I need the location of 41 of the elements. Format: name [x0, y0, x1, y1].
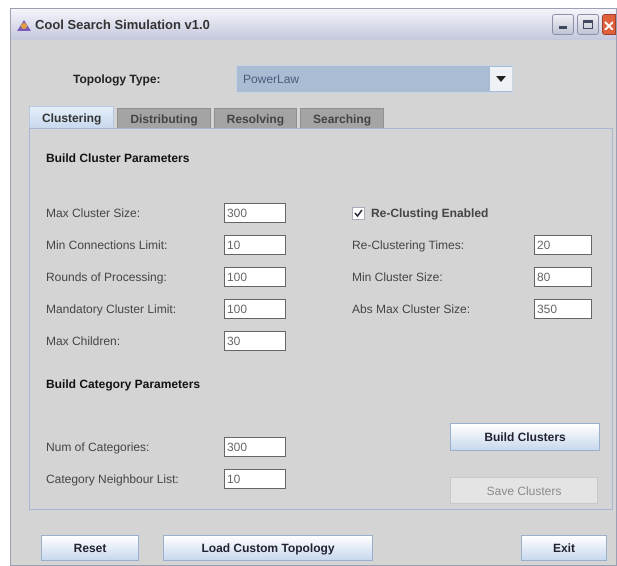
tab[interactable]: Resolving: [214, 108, 298, 128]
field-label: Min Connections Limit:: [46, 237, 168, 254]
input-field[interactable]: 300: [224, 437, 286, 457]
field-label: Mandatory Cluster Limit:: [46, 301, 178, 318]
input-field[interactable]: 10: [224, 469, 286, 489]
input-field[interactable]: 100: [224, 299, 286, 319]
checkbox-label: Re-Clusting Enabled: [371, 205, 488, 222]
window-title: Cool Search Simulation v1.0: [35, 16, 210, 34]
input-field[interactable]: 350: [534, 299, 592, 319]
button[interactable]: Reset: [41, 535, 139, 561]
field-label: Abs Max Cluster Size:: [352, 301, 472, 318]
button[interactable]: Exit: [521, 535, 607, 561]
section-heading: Build Category Parameters: [46, 376, 202, 393]
tab[interactable]: Distributing: [117, 108, 211, 128]
section-heading: Build Cluster Parameters: [46, 150, 190, 167]
field-label: Num of Categories:: [46, 439, 150, 456]
field-label: Max Children:: [46, 333, 122, 350]
close-icon[interactable]: [603, 20, 613, 30]
checkbox[interactable]: [352, 206, 365, 220]
input-field[interactable]: 30: [224, 331, 286, 351]
input-field[interactable]: 20: [534, 235, 592, 255]
input-field[interactable]: 300: [224, 203, 286, 223]
button: Save Clusters: [450, 477, 598, 504]
field-label: Category Neighbour List:: [46, 471, 180, 488]
maximize-button[interactable]: [577, 14, 599, 35]
button[interactable]: Build Clusters: [450, 423, 600, 451]
field-label: Re-Clustering Times:: [352, 237, 466, 254]
input-field[interactable]: 80: [534, 267, 592, 287]
field-label: Min Cluster Size:: [352, 269, 444, 286]
field-label: Rounds of Processing:: [46, 269, 168, 286]
tab[interactable]: Searching: [300, 108, 384, 128]
topology-dropdown[interactable]: PowerLaw: [236, 65, 513, 93]
app-icon: [16, 18, 32, 32]
close-button[interactable]: [602, 14, 616, 35]
field-label: Max Cluster Size:: [46, 205, 142, 222]
input-field[interactable]: 100: [224, 267, 286, 287]
tab[interactable]: Clustering: [29, 106, 114, 128]
topology-label: Topology Type:: [73, 71, 162, 88]
minimize-button[interactable]: [552, 14, 574, 35]
input-field[interactable]: 10: [224, 235, 286, 255]
button[interactable]: Load Custom Topology: [163, 535, 373, 561]
